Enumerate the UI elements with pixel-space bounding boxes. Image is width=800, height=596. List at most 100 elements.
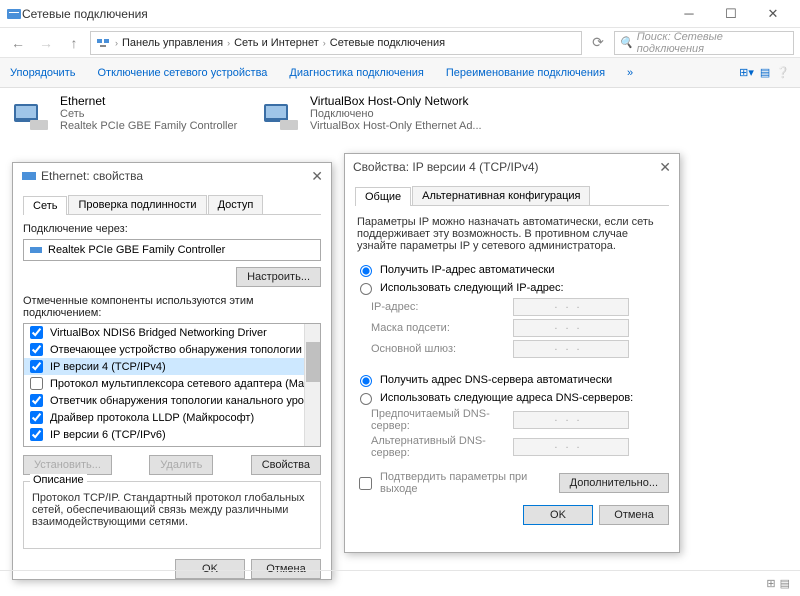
radio-manual-ip[interactable]: Использовать следующий IP-адрес: [355,280,669,295]
mask-input: ... [513,319,629,337]
conn-status: Сеть [60,108,237,120]
gateway-input: ... [513,340,629,358]
dns1-input: ... [513,411,629,429]
crumb-control-panel[interactable]: Панель управления [122,37,223,49]
validate-checkbox[interactable] [359,477,372,490]
ethernet-properties-dialog: Ethernet: свойства ✕ Сеть Проверка подли… [12,162,332,580]
back-button[interactable]: ← [6,31,30,55]
dialog-titlebar: Ethernet: свойства ✕ [13,163,331,189]
ip-label: IP-адрес: [371,301,507,313]
close-icon[interactable]: ✕ [659,159,671,176]
ipv4-properties-dialog: Свойства: IP версии 4 (TCP/IPv4) ✕ Общие… [344,153,680,553]
tab-network[interactable]: Сеть [23,196,67,215]
view-icons-button[interactable]: ⊞▾ [739,66,754,79]
list-item: IP версии 4 (TCP/IPv4) [24,358,320,375]
conn-adapter: VirtualBox Host-Only Ethernet Ad... [310,120,482,132]
view-list-icon[interactable]: ▤ [780,577,790,590]
cmd-disable[interactable]: Отключение сетевого устройства [97,67,267,79]
cmd-rename[interactable]: Переименование подключения [446,67,605,79]
navbar: ← → ↑ › Панель управления › Сеть и Интер… [0,28,800,58]
connect-via-label: Подключение через: [23,223,321,235]
list-item: IP версии 6 (TCP/IPv6) [24,426,320,443]
radio-auto-dns[interactable]: Получить адрес DNS-сервера автоматически [355,372,669,387]
tab-alternative[interactable]: Альтернативная конфигурация [412,186,590,205]
dns1-label: Предпочитаемый DNS-сервер: [371,408,507,432]
list-item: Протокол мультиплексора сетевого адаптер… [24,375,320,392]
configure-button[interactable]: Настроить... [236,267,321,287]
window-icon [6,6,22,22]
radio-manual-dns[interactable]: Использовать следующие адреса DNS-сервер… [355,390,669,405]
component-checkbox[interactable] [30,360,43,373]
list-item: Ответчик обнаружения топологии канальног… [24,392,320,409]
ip-input: ... [513,298,629,316]
search-placeholder: Поиск: Сетевые подключения [637,31,789,55]
nic-icon [21,168,37,184]
conn-status: Подключено [310,108,482,120]
cmd-arrange[interactable]: Упорядочить [10,67,75,79]
validate-label: Подтвердить параметры при выходе [380,471,554,495]
conn-name: Ethernet [60,94,237,108]
description-title: Описание [30,474,87,486]
network-icon [95,35,111,51]
connection-ethernet[interactable]: Ethernet Сеть Realtek PCIe GBE Family Co… [10,94,240,144]
component-checkbox[interactable] [30,326,43,339]
advanced-button[interactable]: Дополнительно... [559,473,669,493]
tab-general[interactable]: Общие [355,187,411,206]
up-button[interactable]: ↑ [62,31,86,55]
properties-button[interactable]: Свойства [251,455,321,475]
conn-adapter: Realtek PCIe GBE Family Controller [60,120,237,132]
description-group: Описание Протокол TCP/IP. Стандартный пр… [23,481,321,549]
search-icon: 🔍 [619,36,633,49]
forward-button[interactable]: → [34,31,58,55]
connections-list: Ethernet Сеть Realtek PCIe GBE Family Co… [0,88,800,150]
component-checkbox[interactable] [30,411,43,424]
cancel-button[interactable]: Отмена [599,505,669,525]
scrollbar[interactable] [304,324,320,446]
tab-access[interactable]: Доступ [208,195,264,214]
help-button[interactable]: ❔ [776,66,790,79]
dialog-title: Ethernet: свойства [41,169,143,183]
dialog-titlebar: Свойства: IP версии 4 (TCP/IPv4) ✕ [345,154,679,180]
view-large-icon[interactable]: ⊞ [766,577,775,590]
component-checkbox[interactable] [30,377,43,390]
nic-name: Realtek PCIe GBE Family Controller [48,244,225,256]
install-button[interactable]: Установить... [23,455,112,475]
description-text: Протокол TCP/IP. Стандартный протокол гл… [32,488,312,542]
component-checkbox[interactable] [30,343,43,356]
search-box[interactable]: 🔍 Поиск: Сетевые подключения [614,31,794,55]
list-item: VirtualBox NDIS6 Bridged Networking Driv… [24,324,320,341]
crumb-connections[interactable]: Сетевые подключения [330,37,445,49]
ok-button[interactable]: OK [523,505,593,525]
list-item: Отвечающее устройство обнаружения тополо… [24,341,320,358]
dns2-label: Альтернативный DNS-сервер: [371,435,507,459]
dns2-input: ... [513,438,629,456]
close-icon[interactable]: ✕ [311,168,323,185]
component-checkbox[interactable] [30,394,43,407]
minimize-button[interactable]: ─ [668,1,710,27]
list-item: Драйвер протокола LLDP (Майкрософт) [24,409,320,426]
statusbar: ⊞ ▤ [0,570,800,596]
address-bar[interactable]: › Панель управления › Сеть и Интернет › … [90,31,582,55]
cmd-diagnose[interactable]: Диагностика подключения [289,67,423,79]
gateway-label: Основной шлюз: [371,343,507,355]
connection-virtualbox[interactable]: VirtualBox Host-Only Network Подключено … [260,94,490,144]
remove-button[interactable]: Удалить [149,455,213,475]
mask-label: Маска подсети: [371,322,507,334]
conn-name: VirtualBox Host-Only Network [310,94,482,108]
view-details-button[interactable]: ▤ [760,66,770,79]
component-checkbox[interactable] [30,428,43,441]
command-bar: Упорядочить Отключение сетевого устройст… [0,58,800,88]
crumb-net-internet[interactable]: Сеть и Интернет [234,37,319,49]
dialog-title: Свойства: IP версии 4 (TCP/IPv4) [353,160,539,174]
close-button[interactable]: ✕ [752,1,794,27]
tab-auth[interactable]: Проверка подлинности [68,195,206,214]
window-title: Сетевые подключения [22,7,668,21]
nic-display: Realtek PCIe GBE Family Controller [23,239,321,261]
components-label: Отмеченные компоненты используются этим … [23,295,321,319]
radio-auto-ip[interactable]: Получить IP-адрес автоматически [355,262,669,277]
components-list[interactable]: VirtualBox NDIS6 Bridged Networking Driv… [23,323,321,447]
refresh-button[interactable]: ⟳ [586,31,610,55]
titlebar: Сетевые подключения ─ ☐ ✕ [0,0,800,28]
intro-text: Параметры IP можно назначать автоматичес… [357,216,667,252]
maximize-button[interactable]: ☐ [710,1,752,27]
